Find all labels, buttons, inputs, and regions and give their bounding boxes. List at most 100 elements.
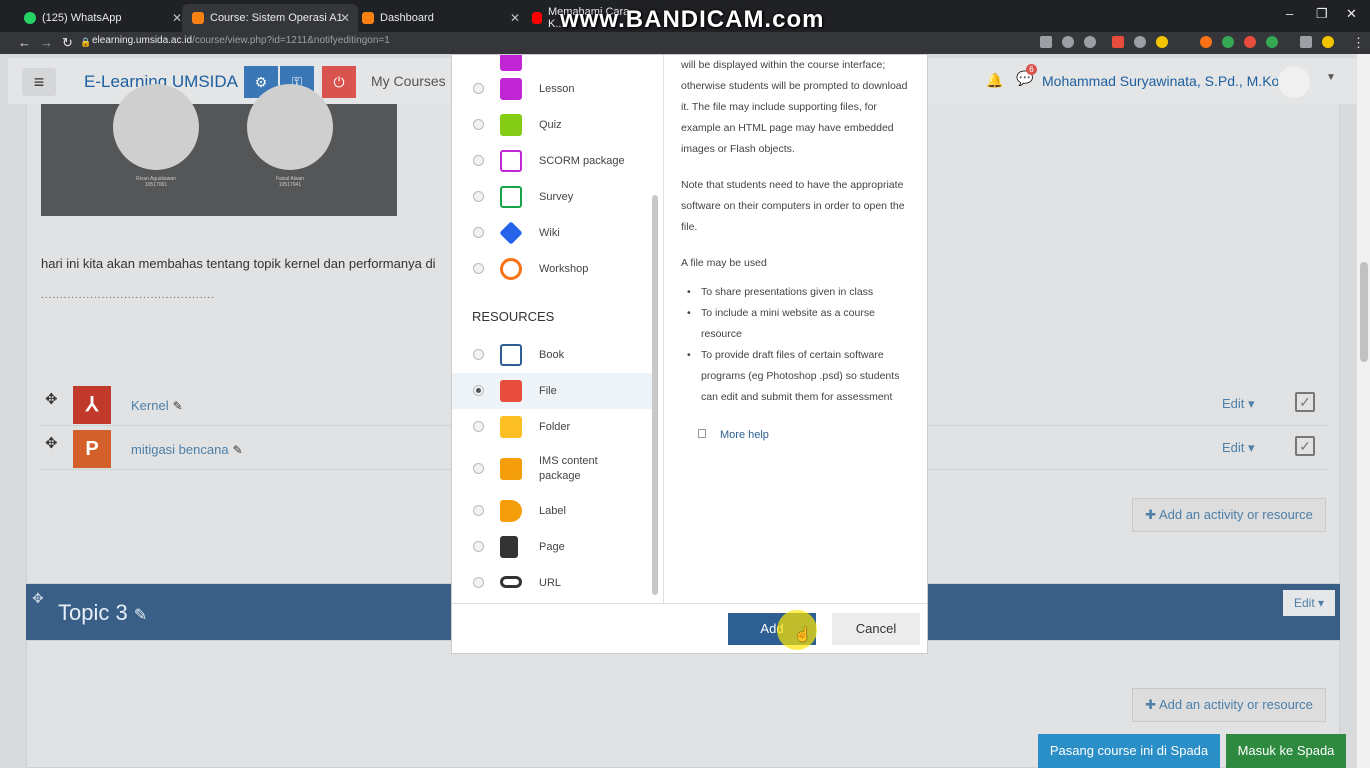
option-scorm[interactable]: SCORM package	[452, 143, 652, 179]
extension-icon[interactable]	[1134, 36, 1146, 48]
activity-link[interactable]: mitigasi bencana ✎	[131, 442, 243, 457]
option-quiz[interactable]: Quiz	[452, 107, 652, 143]
lesson-icon	[500, 78, 522, 100]
completion-checkbox[interactable]: ✓	[1295, 392, 1315, 412]
tab-course[interactable]: Course: Sistem Operasi A1 ✕	[182, 4, 358, 32]
pencil-icon[interactable]: ✎	[134, 607, 147, 624]
topic-edit-menu[interactable]: Edit ▾	[1283, 590, 1335, 616]
radio[interactable]	[473, 421, 484, 432]
menu-dots-icon[interactable]: ⋮	[1352, 35, 1365, 51]
options-scrollbar[interactable]	[652, 195, 658, 595]
avatar[interactable]	[1278, 66, 1310, 98]
move-icon[interactable]: ✥	[45, 434, 58, 452]
restore-icon[interactable]: ❐	[1316, 6, 1328, 22]
translate-icon[interactable]	[1040, 36, 1052, 48]
pdf-icon[interactable]: ⅄	[73, 386, 111, 424]
radio[interactable]	[473, 119, 484, 130]
radio[interactable]	[473, 83, 484, 94]
option-file[interactable]: File	[452, 373, 652, 409]
hand-cursor-icon: ☝	[794, 626, 812, 642]
extension-icon[interactable]	[1156, 36, 1168, 48]
option-page[interactable]: Page	[452, 529, 652, 565]
add-activity-label: Add an activity or resource	[1158, 507, 1313, 522]
option-label: Label	[539, 505, 566, 517]
close-tab-icon[interactable]: ✕	[340, 11, 350, 25]
radio[interactable]	[473, 349, 484, 360]
option-workshop[interactable]: Workshop	[452, 251, 652, 287]
option-label: Page	[539, 541, 565, 553]
option-label[interactable]: Label	[452, 493, 652, 529]
option-folder[interactable]: Folder	[452, 409, 652, 445]
completion-checkbox[interactable]: ✓	[1295, 436, 1315, 456]
extension-icon[interactable]	[1222, 36, 1234, 48]
chevron-down-icon[interactable]: ▼	[1326, 72, 1336, 83]
reading-list-icon[interactable]	[1300, 36, 1312, 48]
radio[interactable]	[473, 155, 484, 166]
url-host: elearning.umsida.ac.id	[92, 35, 193, 46]
option-ims[interactable]: IMS content package	[452, 447, 652, 491]
extension-icon[interactable]	[1266, 36, 1278, 48]
powerpoint-icon[interactable]: P	[73, 430, 111, 468]
star-icon[interactable]	[1084, 36, 1096, 48]
page-scrollbar-thumb[interactable]	[1360, 262, 1368, 362]
hamburger-menu-icon[interactable]: ≡	[22, 68, 56, 96]
extension-icon[interactable]	[1112, 36, 1124, 48]
person-id: 10517041	[278, 182, 302, 188]
option-url[interactable]: URL	[452, 565, 652, 601]
add-activity-button[interactable]: ✚ Add an activity or resource	[1132, 688, 1326, 722]
dotted-line: ........................................…	[41, 290, 215, 301]
pencil-icon[interactable]: ✎	[233, 443, 243, 457]
radio[interactable]	[473, 463, 484, 474]
profile-icon[interactable]	[1322, 36, 1334, 48]
file-icon	[500, 380, 522, 402]
close-tab-icon[interactable]: ✕	[510, 11, 520, 25]
pasang-spada-button[interactable]: Pasang course ini di Spada	[1038, 734, 1220, 768]
cancel-button[interactable]: Cancel	[832, 613, 920, 645]
bell-icon[interactable]: 🔔	[986, 72, 1003, 89]
move-icon[interactable]: ✥	[32, 590, 44, 607]
zoom-icon[interactable]	[1062, 36, 1074, 48]
more-help-link[interactable]: More help	[698, 429, 769, 441]
user-name[interactable]: Mohammad Suryawinata, S.Pd., M.Kom	[1042, 73, 1291, 89]
reload-icon[interactable]: ↻	[62, 35, 73, 51]
pencil-icon[interactable]: ✎	[173, 399, 183, 413]
url-field[interactable]: elearning.umsida.ac.id/course/view.php?i…	[92, 35, 390, 46]
edit-menu[interactable]: Edit ▾	[1222, 440, 1255, 456]
radio[interactable]	[473, 191, 484, 202]
tab-dashboard[interactable]: Dashboard ✕	[352, 4, 528, 32]
close-window-icon[interactable]: ✕	[1346, 6, 1357, 22]
radio[interactable]	[473, 505, 484, 516]
add-activity-button[interactable]: ✚ Add an activity or resource	[1132, 498, 1326, 532]
close-tab-icon[interactable]: ✕	[172, 11, 182, 25]
extension-icon[interactable]	[1200, 36, 1212, 48]
option-label: Survey	[539, 191, 574, 203]
option-wiki[interactable]: Wiki	[452, 215, 652, 251]
topic-title[interactable]: Topic 3 ✎	[58, 600, 147, 626]
my-courses-menu[interactable]: My Courses	[371, 73, 446, 89]
option-lesson[interactable]: Lesson	[452, 71, 652, 107]
move-icon[interactable]: ✥	[45, 390, 58, 408]
option-book[interactable]: Book	[452, 337, 652, 373]
activity-chooser-dialog: Lesson Quiz SCORM package Survey Wiki Wo…	[451, 54, 928, 654]
extension-icon[interactable]	[1244, 36, 1256, 48]
forward-icon[interactable]: →	[40, 35, 53, 50]
minimize-icon[interactable]: –	[1286, 6, 1293, 21]
edit-menu[interactable]: Edit ▾	[1222, 396, 1255, 412]
dialog-footer: Add ☝ Cancel	[452, 603, 927, 655]
radio[interactable]	[473, 541, 484, 552]
radio[interactable]	[473, 227, 484, 238]
option-label: Lesson	[539, 83, 575, 95]
resources-heading: RESOURCES	[472, 309, 555, 324]
back-icon[interactable]: ←	[18, 35, 31, 50]
radio[interactable]	[473, 577, 484, 588]
power-icon[interactable]: ⏻	[322, 66, 356, 98]
page-scrollbar[interactable]	[1357, 54, 1370, 768]
option-label: URL	[539, 577, 562, 589]
radio-selected[interactable]	[473, 385, 484, 396]
description-paragraph: A file may be used	[681, 257, 767, 269]
option-survey[interactable]: Survey	[452, 179, 652, 215]
radio[interactable]	[473, 263, 484, 274]
tab-whatsapp[interactable]: (125) WhatsApp ✕	[14, 4, 190, 32]
activity-link[interactable]: Kernel ✎	[131, 398, 183, 413]
masuk-spada-button[interactable]: Masuk ke Spada	[1226, 734, 1346, 768]
